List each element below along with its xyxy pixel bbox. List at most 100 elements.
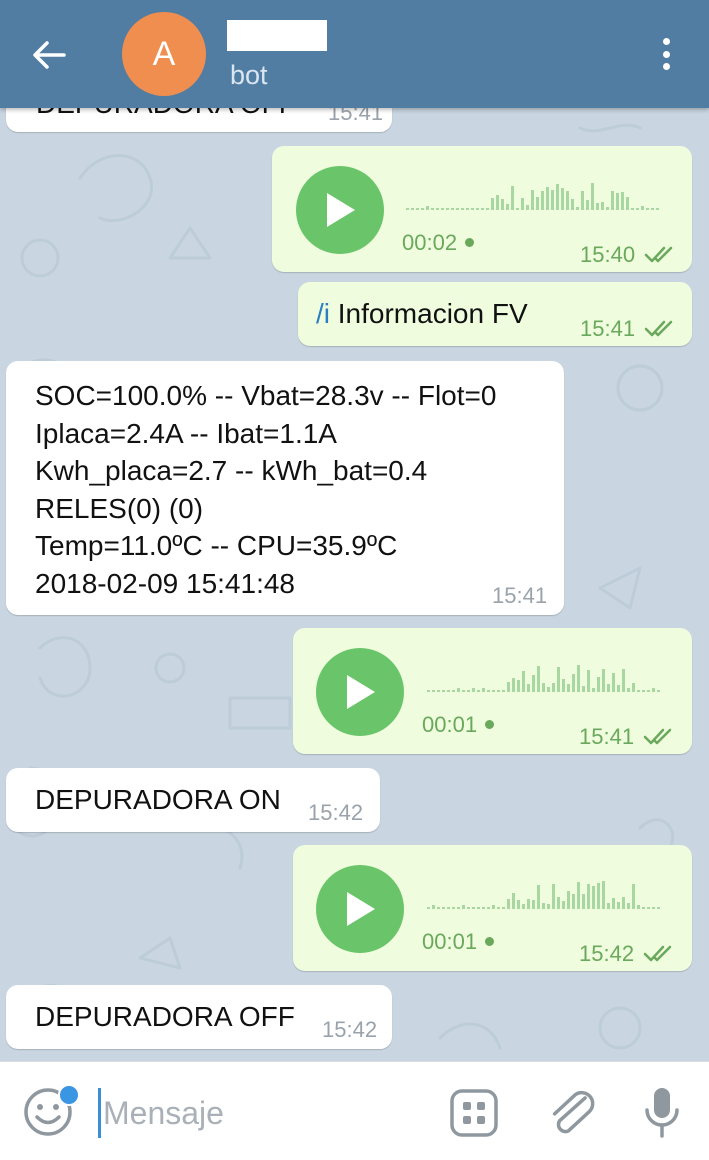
waveform-bar xyxy=(571,199,574,210)
chat-header: A bot xyxy=(0,0,709,108)
waveform-bar xyxy=(646,208,649,210)
waveform-bar xyxy=(581,191,584,210)
waveform-bar xyxy=(522,671,525,692)
waveform-bar xyxy=(482,907,485,909)
waveform-bar xyxy=(547,904,550,909)
waveform-bar xyxy=(491,198,494,210)
waveform-bar xyxy=(517,680,520,692)
waveform-bar xyxy=(617,685,620,692)
play-icon xyxy=(347,892,375,926)
waveform-bar xyxy=(512,678,515,692)
waveform-bar xyxy=(431,208,434,210)
waveform-bar xyxy=(622,897,625,909)
waveform-bar xyxy=(532,900,535,909)
waveform-bar xyxy=(621,192,624,210)
waveform-bar xyxy=(576,207,579,210)
voice-message-out[interactable]: 00:01 15:42 xyxy=(293,845,692,971)
waveform[interactable] xyxy=(427,654,667,694)
bot-command-link[interactable]: /i xyxy=(316,298,330,329)
waveform-bar xyxy=(507,899,510,909)
waveform-bar xyxy=(421,208,424,210)
waveform-bar xyxy=(441,208,444,210)
play-button[interactable] xyxy=(296,166,384,254)
waveform-bar xyxy=(652,907,655,909)
more-vertical-icon-dot xyxy=(662,63,670,70)
waveform-bar xyxy=(632,884,635,909)
waveform-bar xyxy=(502,907,505,909)
waveform-bar xyxy=(611,191,614,210)
chat-subtitle: bot xyxy=(230,60,268,90)
waveform-bar xyxy=(476,208,479,210)
waveform-bar xyxy=(497,690,500,692)
waveform-bar xyxy=(462,905,465,909)
waveform-bar xyxy=(481,208,484,210)
voice-duration-text: 00:01 xyxy=(422,712,478,737)
waveform-bar xyxy=(487,907,490,909)
waveform-bar xyxy=(501,199,504,210)
unplayed-dot xyxy=(485,936,495,946)
waveform-bar xyxy=(651,208,654,210)
waveform-bar xyxy=(612,673,615,692)
double-check-icon xyxy=(644,246,673,263)
voice-duration: 00:01 xyxy=(422,929,495,955)
waveform-bar xyxy=(652,688,655,692)
waveform-bar xyxy=(557,667,560,692)
waveform-bar xyxy=(567,891,570,909)
microphone-icon[interactable] xyxy=(640,1084,684,1140)
waveform-bar xyxy=(616,193,619,210)
waveform-bar xyxy=(622,669,625,692)
waveform-bar xyxy=(542,683,545,692)
back-button[interactable] xyxy=(26,32,72,78)
message-line: Temp=11.0ºC -- CPU=35.9ºC xyxy=(35,530,398,561)
message-text: DEPURADORA ON xyxy=(35,784,281,815)
waveform-bar xyxy=(557,897,560,909)
double-check-icon xyxy=(643,728,672,745)
message-bubble-in[interactable]: DEPURADORA ON 15:42 xyxy=(6,768,380,832)
message-input-bar xyxy=(0,1061,709,1160)
waveform-bar xyxy=(656,208,659,210)
waveform-bar xyxy=(586,200,589,210)
waveform-bar xyxy=(631,208,634,210)
voice-duration-text: 00:02 xyxy=(402,230,458,255)
waveform-bar xyxy=(447,907,450,909)
waveform-bar xyxy=(517,900,520,909)
waveform-bar xyxy=(552,683,555,692)
message-bubble-in[interactable]: DEPURADORA OFF 15:42 xyxy=(6,985,392,1049)
message-line: RELES(0) (0) xyxy=(35,492,204,524)
play-button[interactable] xyxy=(316,648,404,736)
message-bubble-in[interactable]: SOC=100.0% -- Vbat=28.3v -- Flot=0 Iplac… xyxy=(6,361,564,615)
message-bubble-out[interactable]: /i Informacion FV 15:41 xyxy=(298,282,692,346)
waveform-bar xyxy=(591,183,594,210)
waveform-bar xyxy=(657,907,660,909)
message-input[interactable] xyxy=(98,1088,425,1138)
waveform-bar xyxy=(562,679,565,692)
waveform-bar xyxy=(532,675,535,692)
waveform[interactable] xyxy=(406,172,666,212)
waveform-bar xyxy=(587,884,590,909)
message-time: 15:41 xyxy=(492,583,548,608)
waveform-bar xyxy=(466,208,469,210)
voice-message-out[interactable]: 00:02 15:40 xyxy=(272,146,692,272)
message-time: 15:42 xyxy=(322,1017,378,1042)
message-time: 15:42 xyxy=(308,800,364,825)
waveform-bar xyxy=(467,690,470,692)
waveform-bar xyxy=(551,190,554,210)
waveform-bar xyxy=(472,688,475,692)
waveform-bar xyxy=(612,898,615,909)
waveform-bar xyxy=(446,208,449,210)
waveform-bar xyxy=(502,690,505,692)
waveform-bar xyxy=(577,665,580,692)
waveform-bar xyxy=(482,688,485,692)
paperclip-icon[interactable] xyxy=(545,1084,595,1140)
waveform-bar xyxy=(647,907,650,909)
waveform-bar xyxy=(492,690,495,692)
avatar[interactable]: A xyxy=(122,12,206,96)
play-button[interactable] xyxy=(316,865,404,953)
chat-title-redacted[interactable] xyxy=(227,20,327,51)
bot-commands-icon[interactable] xyxy=(449,1088,499,1138)
waveform-bar xyxy=(452,690,455,692)
voice-message-out[interactable]: 00:01 15:41 xyxy=(293,628,692,754)
waveform[interactable] xyxy=(427,871,667,911)
waveform-bar xyxy=(497,907,500,909)
more-options-button[interactable] xyxy=(646,34,686,74)
